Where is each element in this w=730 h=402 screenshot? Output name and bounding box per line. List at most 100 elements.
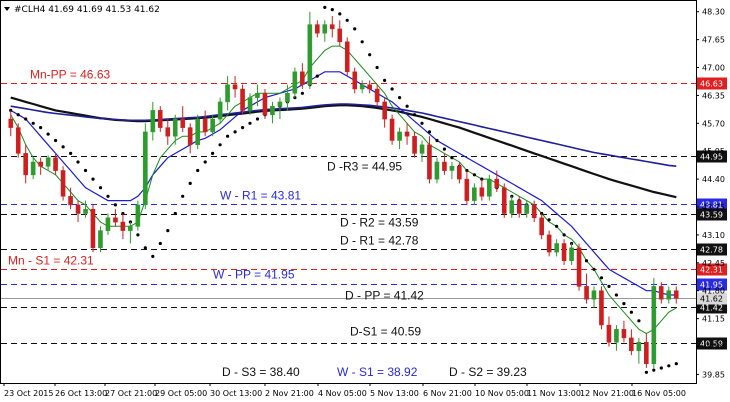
level-label-0: Mn-PP = 46.63 bbox=[30, 68, 110, 82]
sar-dot bbox=[181, 194, 185, 198]
sar-dot bbox=[637, 319, 641, 323]
sar-dot bbox=[405, 104, 409, 108]
candle-body bbox=[614, 329, 619, 343]
level-label-10: W - S1 = 38.92 bbox=[337, 365, 418, 379]
sar-dot bbox=[315, 74, 319, 78]
sar-dot bbox=[555, 224, 559, 228]
level-label-4: D - R1 = 42.78 bbox=[340, 234, 419, 248]
candle-body bbox=[277, 101, 283, 107]
candle-body bbox=[412, 135, 417, 154]
candle-body bbox=[262, 93, 268, 116]
candle-body bbox=[554, 243, 559, 253]
x-tick-label: 11 Nov 13:00 bbox=[527, 389, 581, 398]
sar-dot bbox=[241, 126, 245, 130]
sar-dot bbox=[143, 246, 147, 250]
y-tick-label: 47.65 bbox=[702, 36, 725, 45]
sar-dot bbox=[233, 130, 237, 134]
y-tick-label: 42.45 bbox=[702, 259, 725, 268]
sar-dot bbox=[584, 259, 589, 263]
sar-dot bbox=[562, 233, 566, 237]
candle-body bbox=[135, 204, 141, 227]
candle-body bbox=[629, 337, 634, 352]
candle-body bbox=[113, 217, 118, 223]
sar-dot bbox=[652, 368, 656, 372]
candle-body bbox=[344, 41, 350, 73]
sar-dot bbox=[39, 126, 43, 130]
sar-dot bbox=[151, 254, 155, 258]
sar-dot bbox=[106, 194, 110, 198]
sar-dot bbox=[442, 147, 446, 151]
sar-dot bbox=[226, 134, 230, 138]
candle-body bbox=[442, 161, 447, 171]
sar-dot bbox=[614, 293, 619, 297]
price-chart[interactable]: Mn-PP = 46.63 D -R3 = 44.95 W - R1 = 43.81… bbox=[0, 0, 730, 402]
candle-body bbox=[187, 127, 193, 146]
y-tick-label: 43.10 bbox=[702, 231, 725, 240]
level-label-6: W - PP = 41.95 bbox=[213, 268, 295, 282]
sar-dot bbox=[188, 181, 192, 185]
candle-body bbox=[374, 88, 380, 103]
level-label-11: D - S2 = 39.23 bbox=[449, 365, 527, 379]
candle-body bbox=[524, 204, 529, 214]
sar-dot bbox=[24, 117, 28, 121]
sar-dot bbox=[16, 113, 20, 117]
y-tick-label: 48.30 bbox=[702, 8, 725, 17]
candle-body bbox=[15, 127, 21, 154]
chart-window: Mn-PP = 46.63 D -R3 = 44.95 W - R1 = 43.81… bbox=[0, 0, 730, 402]
candle-body bbox=[658, 286, 664, 300]
level-label-8: D-S1 = 40.59 bbox=[350, 325, 421, 339]
x-tick-label: 4 Nov 05:00 bbox=[318, 389, 367, 398]
level-label-9: D - S3 = 38.40 bbox=[222, 365, 300, 379]
sar-dot bbox=[360, 40, 364, 44]
level-tag-7: 41.42 bbox=[700, 304, 723, 313]
sar-dot bbox=[323, 5, 327, 9]
sar-dot bbox=[450, 156, 454, 160]
symbol-header: #CLH4 41.69 41.69 41.53 41.62 bbox=[4, 5, 160, 15]
candle-body bbox=[494, 178, 500, 188]
sar-dot bbox=[166, 229, 170, 233]
sar-dot bbox=[248, 121, 252, 125]
candle-body bbox=[337, 28, 343, 43]
candle-body bbox=[292, 71, 298, 94]
sar-dot bbox=[98, 186, 103, 190]
candle-body bbox=[427, 144, 432, 180]
y-tick-label: 45.05 bbox=[702, 147, 725, 156]
level-label-3: D - R2 = 43.59 bbox=[340, 216, 419, 230]
candle-body bbox=[516, 200, 522, 214]
sar-dot bbox=[398, 96, 402, 100]
sar-dot bbox=[255, 117, 260, 121]
symbol-ohlc-label: #CLH4 41.69 41.69 41.53 41.62 bbox=[14, 5, 160, 15]
level-label-5: Mn - S1 = 42.31 bbox=[8, 254, 94, 268]
candle-body bbox=[591, 290, 597, 300]
candle-body bbox=[83, 208, 88, 214]
candle-body bbox=[38, 161, 43, 167]
candle-body bbox=[202, 118, 208, 133]
sar-dot bbox=[83, 168, 88, 173]
candle-body bbox=[157, 110, 163, 128]
candle-body bbox=[472, 187, 477, 201]
sar-dot bbox=[622, 302, 626, 306]
candle-body bbox=[75, 204, 81, 214]
candle-body bbox=[307, 24, 313, 85]
candle-body bbox=[300, 71, 305, 85]
sar-dot bbox=[629, 310, 634, 314]
x-tick-label: 5 Nov 13:00 bbox=[370, 389, 419, 398]
sar-dot bbox=[412, 113, 417, 117]
y-tick-label: 41.15 bbox=[702, 315, 725, 324]
candle-body bbox=[636, 341, 642, 352]
candle-body bbox=[539, 217, 544, 236]
sar-dot bbox=[659, 366, 663, 370]
candle-body bbox=[644, 341, 649, 364]
candle-body bbox=[30, 161, 36, 176]
y-tick-label: 40.50 bbox=[702, 343, 725, 352]
sar-dot bbox=[31, 121, 35, 125]
candle-body bbox=[150, 110, 156, 133]
y-tick-label: 45.70 bbox=[702, 119, 725, 128]
candle-body bbox=[90, 208, 96, 249]
x-tick-label: 26 Oct 13:00 bbox=[55, 389, 107, 398]
sar-dot bbox=[91, 177, 95, 181]
candle-body bbox=[232, 84, 238, 90]
candle-body bbox=[172, 118, 178, 137]
candle-body bbox=[651, 286, 657, 364]
x-tick-label: 10 Nov 05:00 bbox=[475, 389, 529, 398]
